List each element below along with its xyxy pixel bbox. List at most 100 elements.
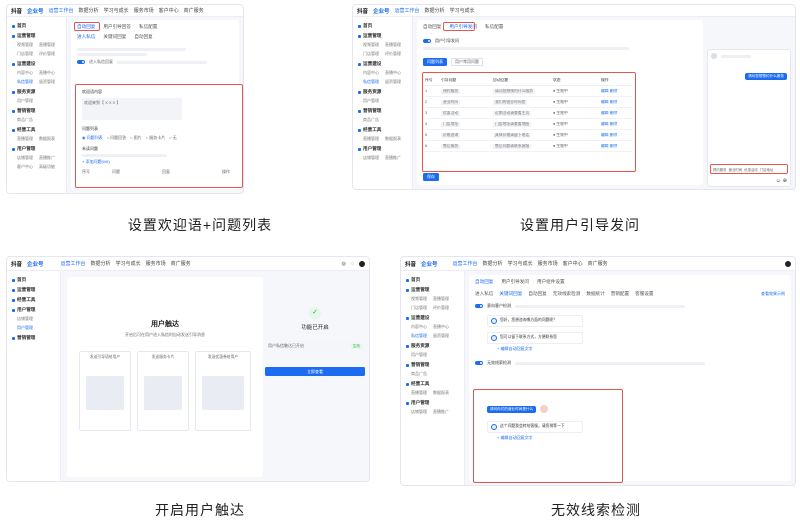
sidebar-group[interactable]: 运营建设 bbox=[7, 58, 66, 68]
sidebar-group[interactable]: 用户管理 bbox=[7, 143, 66, 153]
quick-question[interactable]: 门店地址 bbox=[760, 167, 774, 172]
subtab-enter[interactable]: 进入私信 bbox=[77, 34, 95, 40]
nav-learn[interactable]: 学习与成长 bbox=[116, 260, 141, 267]
tab-bar: 自动回复 用户引导发问 用户组件设置 bbox=[469, 275, 791, 289]
avatar[interactable] bbox=[785, 260, 791, 267]
nav-workbench[interactable]: 运营工作台 bbox=[61, 260, 86, 267]
welcome-textarea[interactable]: 欢迎来到【 X X X 】 bbox=[82, 98, 182, 120]
subtab-auto[interactable]: 自动回复 bbox=[134, 34, 152, 40]
option-none[interactable]: ○ 无 bbox=[169, 135, 177, 141]
sidebar-group[interactable]: 运营管理 bbox=[7, 30, 66, 40]
nav-data[interactable]: 数据分析 bbox=[483, 260, 503, 267]
reach-card[interactable]: 发送服务卡片 bbox=[137, 351, 189, 431]
help-icon[interactable]: ◎ bbox=[342, 261, 346, 267]
sidebar-item[interactable]: 用户管理 bbox=[7, 96, 66, 105]
nav-ads[interactable]: 商广服务 bbox=[171, 260, 191, 267]
avatar[interactable] bbox=[359, 260, 365, 267]
option-answer[interactable]: ○ 问题回答 bbox=[107, 135, 127, 141]
common-questions-button[interactable]: 用户常用问题 bbox=[451, 58, 483, 66]
tab-auto-reply[interactable]: 自动回复 bbox=[475, 279, 493, 285]
question-list-button[interactable]: 问题列表 bbox=[423, 58, 447, 66]
tab-config[interactable]: 私信配置 bbox=[139, 24, 157, 30]
subtab[interactable]: 自动回复 bbox=[528, 291, 546, 297]
nav-workbench[interactable]: 运营工作台 bbox=[453, 260, 478, 267]
add-icon[interactable]: ⊕ bbox=[783, 178, 787, 184]
nav-data[interactable]: 数据分析 bbox=[79, 7, 99, 14]
table-row[interactable]: 1 预约服务 请问您想预约什么服务 ● 生效中 编辑 删除 bbox=[425, 86, 633, 97]
bell-icon[interactable]: ◌ bbox=[351, 261, 354, 267]
nav-data[interactable]: 数据分析 bbox=[425, 7, 445, 14]
nav-customer[interactable]: 客户中心 bbox=[563, 260, 583, 267]
save-button[interactable]: 保存 bbox=[423, 173, 439, 181]
sidebar-group[interactable]: 营销管理 bbox=[7, 105, 66, 115]
reach-card[interactable]: 发送优惠券给用户 bbox=[195, 351, 251, 431]
subtab[interactable]: 关键词回复 bbox=[499, 291, 522, 297]
bot-icon bbox=[491, 424, 497, 430]
guide-toggle[interactable] bbox=[423, 39, 431, 43]
nav-learn[interactable]: 学习与成长 bbox=[508, 260, 533, 267]
sidebar-item[interactable]: 客户中心 高级功能 bbox=[7, 162, 66, 171]
sidebar-item[interactable]: 店铺管理 直播推广 bbox=[7, 153, 66, 162]
highlight-welcome-settings: 欢迎语内容 欢迎来到【 X X X 】 问题列表 ◉ 问题列表 ○ 问题回答 ○… bbox=[75, 84, 243, 188]
option-image[interactable]: ○ 图片 bbox=[130, 135, 142, 141]
view-now-button[interactable]: 立即查看 bbox=[265, 367, 365, 376]
subtab[interactable]: 无效线索检测 bbox=[553, 291, 581, 297]
invalid-lead-toggle[interactable] bbox=[475, 361, 483, 365]
sidebar-item[interactable]: 门店管理 评价管理 bbox=[7, 49, 66, 58]
nav-ads[interactable]: 商广服务 bbox=[184, 7, 204, 14]
nav-workbench[interactable]: 运营工作台 bbox=[395, 7, 420, 14]
subtab[interactable]: 营销配置 bbox=[611, 291, 629, 297]
main-content: 自动回复 用户引导回答 私信配置 进入私信 关键词回复 自动回复 进入私信回复 … bbox=[71, 20, 243, 189]
subtab[interactable]: 数据统计 bbox=[586, 291, 604, 297]
quick-question[interactable]: 预约服务 bbox=[713, 167, 727, 172]
service-icon bbox=[406, 344, 409, 348]
sidebar-group[interactable]: 经营工具 bbox=[7, 124, 66, 134]
nav-market[interactable]: 服务市场 bbox=[146, 260, 166, 267]
nav-data[interactable]: 数据分析 bbox=[91, 260, 111, 267]
table-row[interactable]: 3 优惠活动 近期活动请查看主页 ● 生效中 编辑 删除 bbox=[425, 108, 633, 119]
intent-detect-toggle[interactable] bbox=[475, 304, 483, 308]
table-row[interactable]: 6 售后服务 售后问题请联系客服 ● 生效中 编辑 删除 bbox=[425, 141, 633, 152]
reach-card[interactable]: 发送引导语给用户 bbox=[79, 351, 131, 431]
table-row[interactable]: 5 价格咨询 具体价格请留下电话 ● 生效中 编辑 删除 bbox=[425, 130, 633, 141]
tab-guide[interactable]: 用户引导发问 bbox=[501, 279, 529, 285]
tab-components[interactable]: 用户组件设置 bbox=[537, 279, 565, 285]
enter-reply-toggle[interactable] bbox=[77, 60, 85, 64]
build-icon bbox=[12, 62, 15, 66]
reach-subtitle: 开启后可在用户进入私信时自动发送引导消息 bbox=[125, 332, 205, 337]
nav-learn[interactable]: 学习与成长 bbox=[104, 7, 129, 14]
enterprise-logo: 企业号 bbox=[27, 8, 44, 15]
nav-ads[interactable]: 商广服务 bbox=[588, 260, 608, 267]
sidebar: 首页 运营管理 视频管理 直播管理 门店管理 评价管理 运营建设 内容中心 直播中心 … bbox=[401, 271, 465, 485]
subtab-keyword[interactable]: 关键词回复 bbox=[103, 34, 126, 40]
sidebar-item[interactable]: 内容中心 直播中心 bbox=[7, 68, 66, 77]
tab-auto-reply[interactable]: 自动回复 bbox=[423, 24, 441, 30]
subtab[interactable]: 进入私信 bbox=[475, 291, 493, 297]
sidebar-item[interactable]: 商品广告 bbox=[7, 115, 66, 124]
table-row[interactable]: 4 门店地址 门店地址请查看地图 ● 生效中 编辑 删除 bbox=[425, 119, 633, 130]
nav-market[interactable]: 服务市场 bbox=[538, 260, 558, 267]
nav-market[interactable]: 服务市场 bbox=[134, 7, 154, 14]
sidebar-group[interactable]: 服务资源 bbox=[7, 86, 66, 96]
sidebar-group[interactable]: 首页 bbox=[7, 20, 66, 30]
option-question-list[interactable]: ◉ 问题列表 bbox=[82, 135, 103, 141]
user-icon bbox=[12, 308, 15, 312]
tab-config[interactable]: 私信配置 bbox=[485, 24, 503, 30]
sidebar-item[interactable]: 视频管理 直播管理 bbox=[7, 40, 66, 49]
nav-workbench[interactable]: 运营工作台 bbox=[49, 7, 74, 14]
option-card[interactable]: ○ 服务卡片 bbox=[146, 135, 166, 141]
sidebar-item[interactable]: 直播管理 数据报表 bbox=[7, 134, 66, 143]
table-row[interactable]: 2 营业时间 我们的营业时间是 ● 生效中 编辑 删除 bbox=[425, 97, 633, 108]
quick-question[interactable]: 优惠活动 bbox=[744, 167, 758, 172]
nav-customer[interactable]: 客户中心 bbox=[159, 7, 179, 14]
sidebar-item[interactable]: 私信管理 留资管理 bbox=[7, 77, 66, 86]
view-example-link[interactable]: 查看效果示例 bbox=[761, 291, 785, 297]
add-question-link[interactable]: + 添加问题(0/6) bbox=[82, 159, 236, 165]
marketing-icon bbox=[406, 363, 409, 367]
emoji-icon[interactable]: ☺ bbox=[776, 178, 781, 184]
screenshot-panel-reach: 抖音 企业号 运营工作台 数据分析 学习与成长 服务市场 商广服务 ◎ ◌ 首页… bbox=[6, 256, 370, 482]
subtab[interactable]: 客服设置 bbox=[635, 291, 653, 297]
tab-guide[interactable]: 用户引导回答 bbox=[103, 24, 131, 30]
quick-question[interactable]: 营业时间 bbox=[729, 167, 743, 172]
nav-learn[interactable]: 学习与成长 bbox=[450, 7, 475, 14]
